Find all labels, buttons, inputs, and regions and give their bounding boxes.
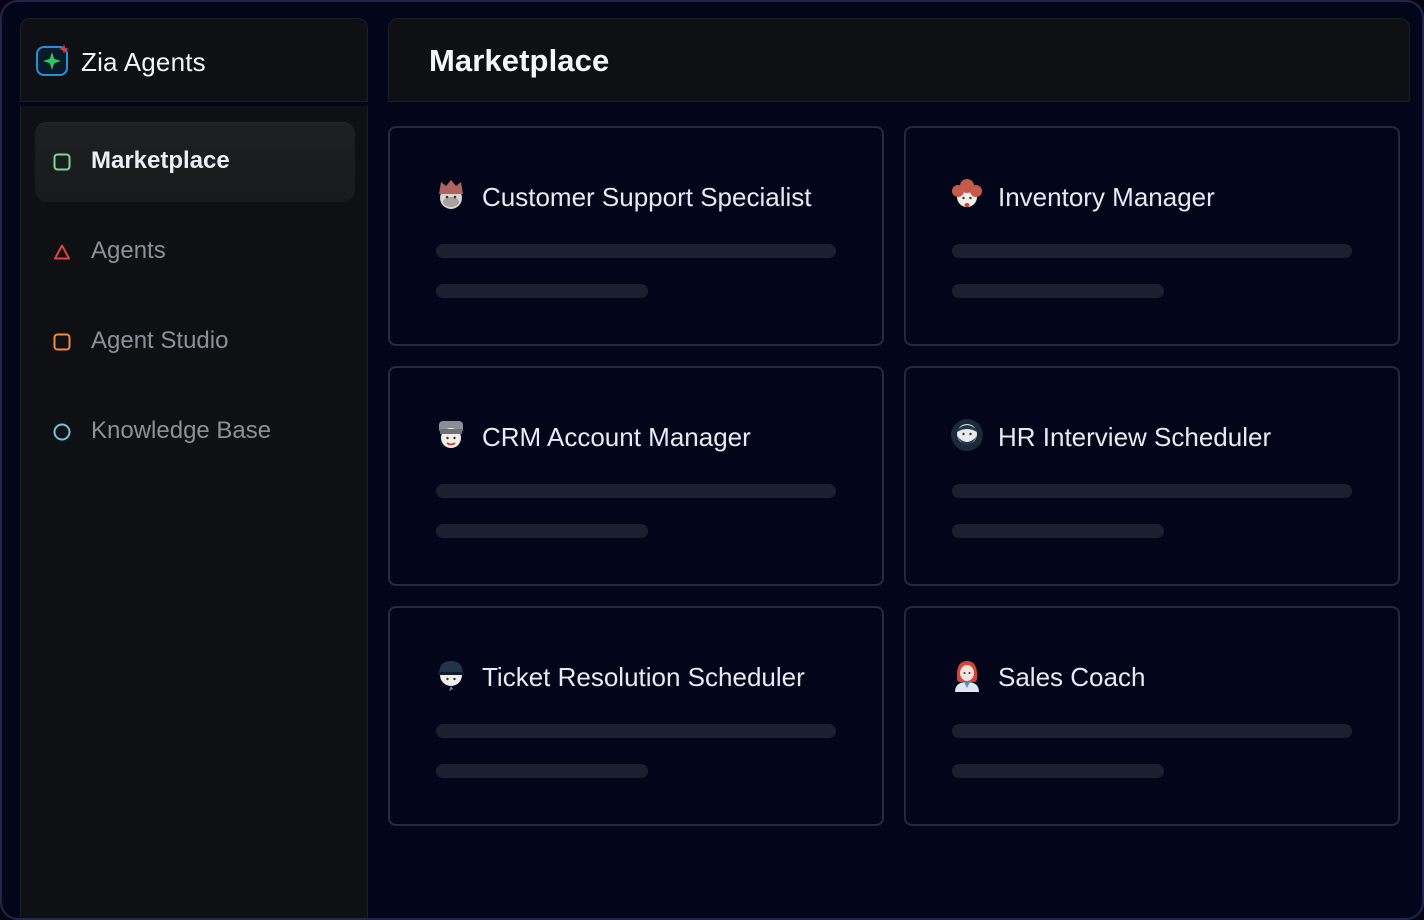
skeleton-line	[952, 244, 1352, 258]
skeleton-line	[952, 524, 1164, 538]
sidebar-item-agent-studio[interactable]: Agent Studio	[35, 302, 355, 382]
agent-name: HR Interview Scheduler	[998, 422, 1272, 452]
skeleton-line	[436, 724, 836, 738]
agent-name: Inventory Manager	[998, 182, 1215, 212]
agent-card[interactable]: Ticket Resolution Scheduler	[388, 606, 884, 826]
skeleton-line	[436, 244, 836, 258]
brand-header: Zia Agents	[20, 18, 368, 102]
square-icon	[53, 153, 71, 171]
red-hair-avatar-icon	[955, 661, 979, 692]
support-agent-avatar-icon	[439, 180, 463, 209]
circle-icon	[53, 423, 71, 441]
page-header: Marketplace	[388, 18, 1410, 102]
skeleton-line	[952, 484, 1352, 498]
square-icon	[53, 333, 71, 351]
app-name: Zia Agents	[81, 47, 206, 77]
skeleton-line	[436, 284, 648, 298]
sidebar: Marketplace Agents Agent Studio Knowledg…	[20, 106, 368, 918]
sidebar-item-label: Knowledge Base	[91, 417, 272, 444]
triangle-icon	[54, 244, 70, 260]
bearded-avatar-icon	[951, 419, 983, 451]
chef-hat-avatar-icon	[439, 421, 463, 448]
agent-name: Customer Support Specialist	[482, 182, 812, 212]
agent-name: CRM Account Manager	[482, 422, 751, 452]
sidebar-item-agents[interactable]: Agents	[35, 212, 355, 292]
agent-card[interactable]: Inventory Manager	[904, 126, 1400, 346]
agent-card[interactable]: Sales Coach	[904, 606, 1400, 826]
curly-hair-avatar-icon	[952, 179, 982, 207]
skeleton-line	[436, 764, 648, 778]
agent-card[interactable]: Customer Support Specialist	[388, 126, 884, 346]
skeleton-line	[436, 524, 648, 538]
skeleton-line	[952, 284, 1164, 298]
page-title: Marketplace	[429, 43, 610, 78]
agent-name: Ticket Resolution Scheduler	[482, 662, 805, 692]
app-window: Zia Agents Marketplace Agents Agent Stud…	[0, 0, 1424, 920]
sidebar-item-knowledge-base[interactable]: Knowledge Base	[35, 392, 355, 472]
sidebar-item-label: Agent Studio	[91, 327, 229, 354]
agent-card[interactable]: CRM Account Manager	[388, 366, 884, 586]
skeleton-line	[952, 764, 1164, 778]
sidebar-item-marketplace[interactable]: Marketplace	[35, 122, 355, 202]
agent-card[interactable]: HR Interview Scheduler	[904, 366, 1400, 586]
sidebar-item-label: Marketplace	[91, 147, 230, 174]
skeleton-line	[436, 484, 836, 498]
sparkle-logo-icon	[36, 44, 69, 76]
sidebar-item-label: Agents	[91, 237, 166, 264]
cap-avatar-icon	[438, 661, 464, 691]
agent-name: Sales Coach	[998, 662, 1146, 692]
skeleton-line	[952, 724, 1352, 738]
